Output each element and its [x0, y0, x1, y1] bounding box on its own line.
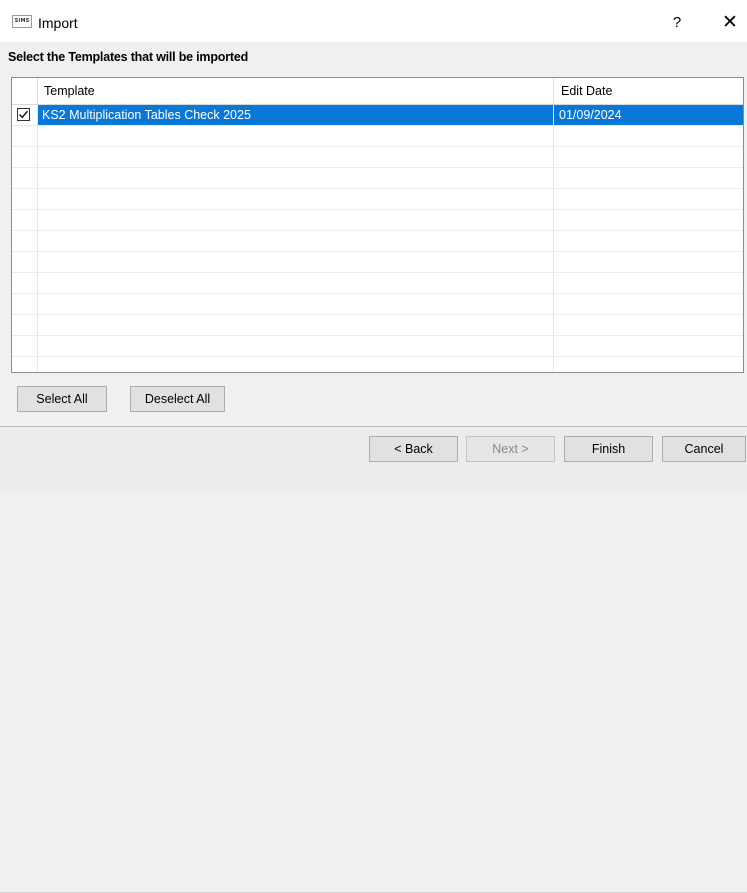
select-all-button[interactable]: Select All: [17, 386, 107, 412]
empty-row: [12, 294, 743, 315]
edit-date-cell: 01/09/2024: [554, 105, 743, 125]
column-divider: [553, 126, 554, 372]
table-row[interactable]: KS2 Multiplication Tables Check 2025 01/…: [12, 105, 743, 126]
instruction-heading: Select the Templates that will be import…: [8, 50, 249, 64]
cancel-button[interactable]: Cancel: [662, 436, 746, 462]
help-icon[interactable]: ?: [662, 10, 692, 36]
column-header-edit-date-label: Edit Date: [561, 84, 613, 98]
empty-row: [12, 273, 743, 294]
template-name: KS2 Multiplication Tables Check 2025: [42, 108, 251, 122]
window-title: Import: [38, 15, 78, 31]
empty-row: [12, 168, 743, 189]
sims-app-icon: SIMS: [12, 15, 32, 28]
back-button[interactable]: < Back: [369, 436, 458, 462]
templates-grid: Template Edit Date KS2 Multiplication Ta…: [11, 77, 744, 373]
row-checkbox-cell: [12, 105, 38, 125]
empty-row: [12, 147, 743, 168]
empty-row: [12, 315, 743, 336]
finish-button[interactable]: Finish: [564, 436, 653, 462]
row-checkbox[interactable]: [17, 108, 30, 121]
title-bar: SIMS Import ? ✕: [0, 0, 747, 43]
column-header-template[interactable]: Template: [37, 78, 554, 104]
empty-row: [12, 189, 743, 210]
empty-row: [12, 210, 743, 231]
checkmark-icon: [19, 110, 28, 119]
column-header-template-label: Template: [44, 84, 95, 98]
column-header-edit-date[interactable]: Edit Date: [554, 78, 743, 104]
next-button[interactable]: Next >: [466, 436, 555, 462]
deselect-all-button[interactable]: Deselect All: [130, 386, 225, 412]
empty-row: [12, 231, 743, 252]
empty-row: [12, 126, 743, 147]
grid-header: Template Edit Date: [12, 78, 743, 105]
close-icon[interactable]: ✕: [716, 10, 744, 36]
column-divider: [37, 126, 38, 372]
empty-row: [12, 336, 743, 357]
empty-row: [12, 357, 743, 372]
edit-date: 01/09/2024: [559, 108, 622, 122]
template-name-cell: KS2 Multiplication Tables Check 2025: [37, 105, 554, 125]
empty-row: [12, 252, 743, 273]
header-checkbox-column: [12, 78, 38, 104]
